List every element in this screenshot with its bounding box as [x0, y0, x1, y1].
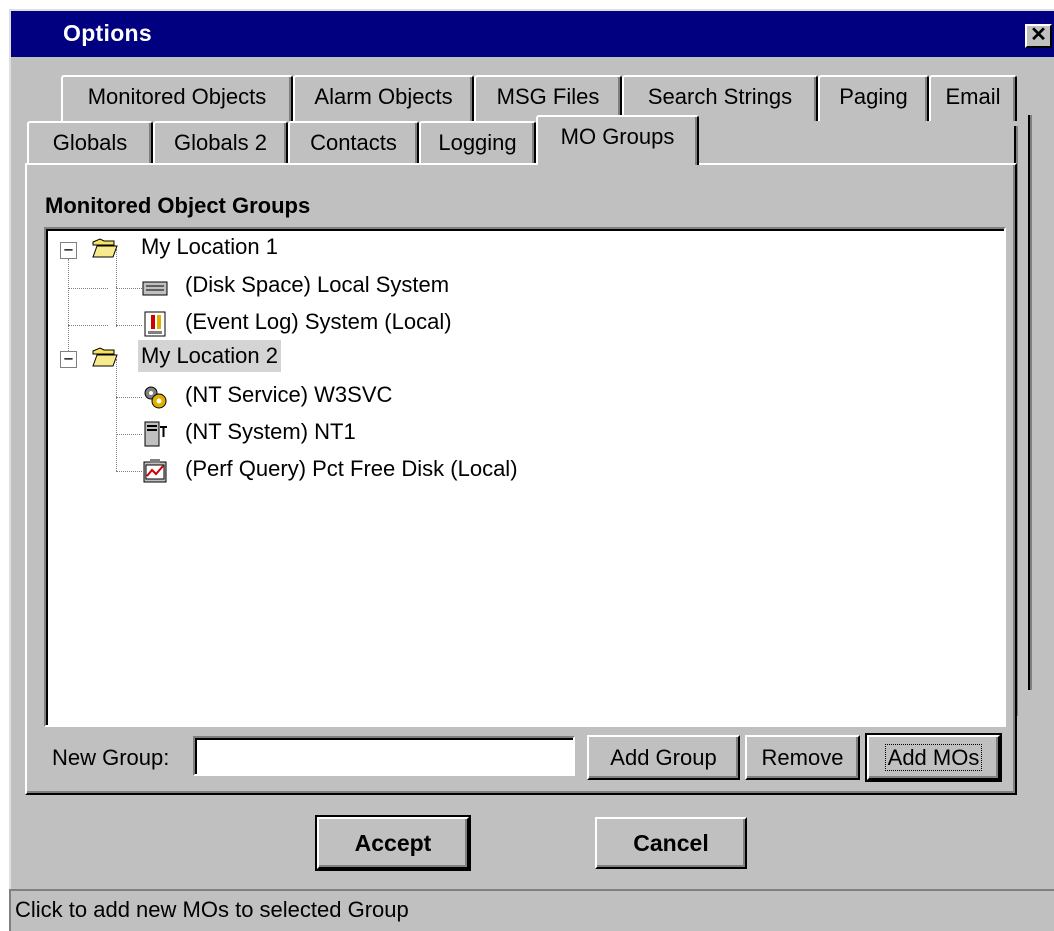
tab-logging[interactable]: Logging [419, 121, 536, 167]
tree-group-location-1[interactable]: My Location 1 [138, 231, 281, 263]
tab-stack-edge-back [1016, 115, 1030, 690]
window-title: Options [63, 20, 152, 46]
section-title: Monitored Object Groups [45, 193, 311, 218]
tree-connector [116, 471, 142, 472]
perf-query-icon [143, 459, 167, 483]
tree-connector [68, 325, 108, 326]
tab-paging[interactable]: Paging [818, 75, 929, 121]
tree-connector [116, 325, 142, 326]
tree-group-location-2[interactable]: My Location 2 [138, 340, 281, 372]
tab-globals[interactable]: Globals [27, 121, 153, 167]
nt-system-icon [144, 421, 167, 447]
tree-connector [116, 287, 117, 327]
tab-monitored-objects[interactable]: Monitored Objects [61, 75, 293, 121]
title-bar[interactable]: Options ✕ [11, 11, 1054, 57]
collapse-toggle-location-2[interactable]: − [60, 351, 77, 368]
tree-item-nt-system[interactable]: (NT System) NT1 [182, 416, 359, 448]
tree-connector [116, 397, 142, 398]
nt-service-icon [144, 386, 167, 409]
status-bar: Click to add new MOs to selected Group [9, 889, 1054, 931]
add-mos-button[interactable]: Add MOs [865, 733, 1002, 782]
tab-alarm-objects[interactable]: Alarm Objects [293, 75, 474, 121]
tree-connector [68, 259, 69, 357]
new-group-input[interactable] [193, 736, 575, 776]
tree-connector [116, 434, 142, 435]
folder-open-icon [92, 238, 118, 258]
add-group-button[interactable]: Add Group [587, 735, 740, 780]
tree-item-perf-query[interactable]: (Perf Query) Pct Free Disk (Local) [182, 453, 521, 485]
status-text: Click to add new MOs to selected Group [15, 897, 409, 922]
accept-button[interactable]: Accept [315, 815, 471, 871]
new-group-label: New Group: [52, 745, 170, 770]
collapse-toggle-location-1[interactable]: − [60, 242, 77, 259]
close-icon: ✕ [1030, 24, 1047, 46]
tree-item-nt-service[interactable]: (NT Service) W3SVC [182, 379, 395, 411]
remove-button[interactable]: Remove [745, 735, 860, 780]
tree-connector [116, 359, 117, 471]
tab-contacts[interactable]: Contacts [288, 121, 419, 167]
cancel-button[interactable]: Cancel [595, 817, 747, 869]
group-tree[interactable]: − My Location 1 (Disk Space) Local Syste… [44, 227, 1006, 727]
tree-item-disk-space[interactable]: (Disk Space) Local System [182, 269, 452, 301]
tab-globals-2[interactable]: Globals 2 [153, 121, 288, 167]
tree-connector [116, 288, 142, 289]
close-button[interactable]: ✕ [1025, 24, 1052, 48]
add-mos-label: Add MOs [884, 743, 983, 771]
tab-mo-groups[interactable]: MO Groups [536, 115, 699, 165]
disk-space-icon [142, 281, 168, 296]
folder-open-icon [92, 347, 118, 367]
event-log-icon [144, 311, 166, 337]
tree-item-event-log[interactable]: (Event Log) System (Local) [182, 306, 455, 338]
tab-email[interactable]: Email [929, 75, 1017, 121]
tree-connector [68, 288, 108, 289]
